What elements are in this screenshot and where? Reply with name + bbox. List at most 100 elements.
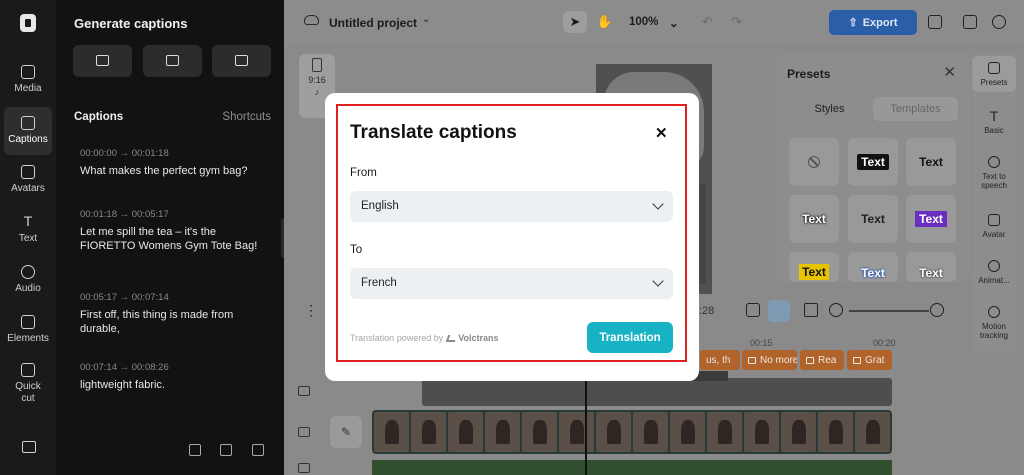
- layout-icon[interactable]: [963, 15, 977, 29]
- caption-item[interactable]: 00:01:18 → 00:05:17 Let me spill the tea…: [80, 209, 270, 253]
- auto-captions-button[interactable]: [73, 45, 132, 77]
- gear-icon[interactable]: [992, 15, 1006, 29]
- caption-text[interactable]: Let me spill the tea – it's the FIORETTO…: [80, 226, 270, 253]
- video-frame: [411, 412, 446, 452]
- project-title[interactable]: Untitled project: [329, 16, 417, 30]
- zoom-select[interactable]: 100%: [629, 16, 658, 28]
- caption-text[interactable]: What makes the perfect gym bag?: [80, 165, 270, 179]
- text-icon: T: [989, 108, 999, 124]
- speaker-icon[interactable]: [298, 463, 310, 473]
- search-replace-icon[interactable]: [252, 444, 264, 456]
- chevron-down-icon[interactable]: ⌄: [669, 16, 679, 30]
- main-video-track[interactable]: [372, 410, 892, 454]
- tab-templates[interactable]: Templates: [873, 97, 958, 121]
- hand-tool-button[interactable]: ✋: [595, 11, 615, 33]
- scan-icon: [235, 55, 248, 66]
- speech-icon: [988, 156, 1000, 168]
- edit-cover-button[interactable]: ✎: [330, 416, 362, 448]
- close-icon[interactable]: ✕: [655, 124, 668, 142]
- zoom-out-icon[interactable]: [829, 303, 843, 317]
- caption-clip[interactable]: Rea: [800, 350, 844, 370]
- rail-item-label: Avatar: [982, 230, 1006, 239]
- translate-icon[interactable]: [220, 444, 232, 456]
- rail-item-media[interactable]: Media: [4, 56, 52, 104]
- tab-styles[interactable]: Styles: [786, 95, 873, 123]
- auto-reframe-button[interactable]: [768, 300, 790, 322]
- speaker-icon[interactable]: [298, 386, 310, 396]
- presets-tabs: Styles Templates: [786, 95, 960, 123]
- preset-sample: Text: [915, 211, 947, 227]
- keyboard-icon[interactable]: [22, 441, 36, 453]
- quick-cut-icon: [21, 363, 35, 377]
- select-tool-button[interactable]: ➤: [563, 11, 587, 33]
- preset-tile[interactable]: Text: [789, 252, 839, 282]
- layers-icon[interactable]: [928, 15, 942, 29]
- rail-item-basic[interactable]: T Basic: [972, 108, 1016, 135]
- preset-tile[interactable]: Text: [789, 195, 839, 243]
- manual-captions-button[interactable]: [143, 45, 202, 77]
- to-label: To: [350, 244, 363, 256]
- preset-tile[interactable]: Text: [848, 195, 898, 243]
- to-language-select[interactable]: French: [350, 268, 673, 299]
- close-icon[interactable]: ✕: [943, 63, 956, 81]
- video-frame: [448, 412, 483, 452]
- rail-item-elements[interactable]: Elements: [4, 306, 52, 354]
- caption-item[interactable]: 00:00:00 → 00:01:18 What makes the perfe…: [80, 148, 270, 179]
- caption-clip[interactable]: us, th: [700, 350, 740, 370]
- rail-item-presets[interactable]: Presets: [972, 56, 1016, 92]
- rail-item-avatar[interactable]: Avatar: [972, 214, 1016, 239]
- rail-item-label: Quick cut: [15, 381, 41, 404]
- preset-tile[interactable]: Text: [906, 195, 956, 243]
- preset-sample: Text: [861, 212, 885, 226]
- rail-item-quick-cut[interactable]: Quick cut: [4, 356, 52, 412]
- from-language-select[interactable]: English: [350, 191, 673, 222]
- app-logo[interactable]: [20, 14, 36, 32]
- presets-title: Presets: [787, 67, 831, 81]
- split-icon[interactable]: ⋮: [304, 302, 318, 319]
- speaker-icon[interactable]: [298, 427, 310, 437]
- preset-tile[interactable]: Text: [906, 138, 956, 186]
- zoom-slider[interactable]: [849, 310, 929, 312]
- rail-item-text-to-speech[interactable]: Text to speech: [972, 156, 1016, 190]
- caption-item[interactable]: 00:07:14 → 00:08:26 lightweight fabric.: [80, 362, 270, 393]
- aspect-ratio-label: 9:16: [308, 75, 326, 85]
- chevron-down-icon[interactable]: ⌄: [422, 14, 430, 25]
- caption-text[interactable]: lightweight fabric.: [80, 379, 270, 393]
- translation-button[interactable]: Translation: [587, 322, 673, 353]
- rail-item-captions[interactable]: Captions: [4, 107, 52, 155]
- caption-clip-text: Grat: [865, 354, 885, 366]
- microphone-icon[interactable]: [746, 303, 760, 317]
- caption-time: 00:00:00 → 00:01:18: [80, 148, 169, 159]
- overlay-clip[interactable]: [422, 378, 892, 406]
- preset-none[interactable]: [789, 138, 839, 186]
- rail-item-animation[interactable]: Animat...: [972, 260, 1016, 285]
- caption-text[interactable]: First off, this thing is made from durab…: [80, 309, 270, 336]
- export-button[interactable]: ⇧ Export: [829, 10, 917, 35]
- volctrans-logo: Volctrans: [445, 333, 499, 343]
- split-clip-icon[interactable]: [804, 303, 818, 317]
- extract-captions-button[interactable]: [212, 45, 271, 77]
- preset-tile[interactable]: Text: [848, 138, 898, 186]
- caption-clip-text: No more: [760, 354, 797, 366]
- undo-icon[interactable]: ↶: [702, 14, 713, 30]
- media-icon: [21, 65, 35, 79]
- rail-item-audio[interactable]: Audio: [4, 256, 52, 304]
- zoom-in-icon[interactable]: [930, 303, 944, 317]
- preset-tile[interactable]: Text: [848, 252, 898, 282]
- captions-icon: [21, 116, 35, 130]
- video-frame: [707, 412, 742, 452]
- text-icon: T: [23, 213, 33, 229]
- redo-icon[interactable]: ↷: [731, 14, 742, 30]
- rail-item-text[interactable]: T Text: [4, 206, 52, 254]
- shortcuts-link[interactable]: Shortcuts: [222, 111, 271, 123]
- caption-clip[interactable]: No more: [742, 350, 797, 370]
- rail-item-label: Animat...: [978, 276, 1010, 285]
- caption-item[interactable]: 00:05:17 → 00:07:14 First off, this thin…: [80, 292, 270, 336]
- playhead[interactable]: [585, 378, 587, 475]
- preset-tile[interactable]: Text: [906, 252, 956, 282]
- download-icon[interactable]: [189, 444, 201, 456]
- audio-track[interactable]: [372, 460, 892, 475]
- caption-time: 00:07:14 → 00:08:26: [80, 362, 169, 373]
- rail-item-avatars[interactable]: Avatars: [4, 156, 52, 204]
- caption-clip[interactable]: Grat: [847, 350, 892, 370]
